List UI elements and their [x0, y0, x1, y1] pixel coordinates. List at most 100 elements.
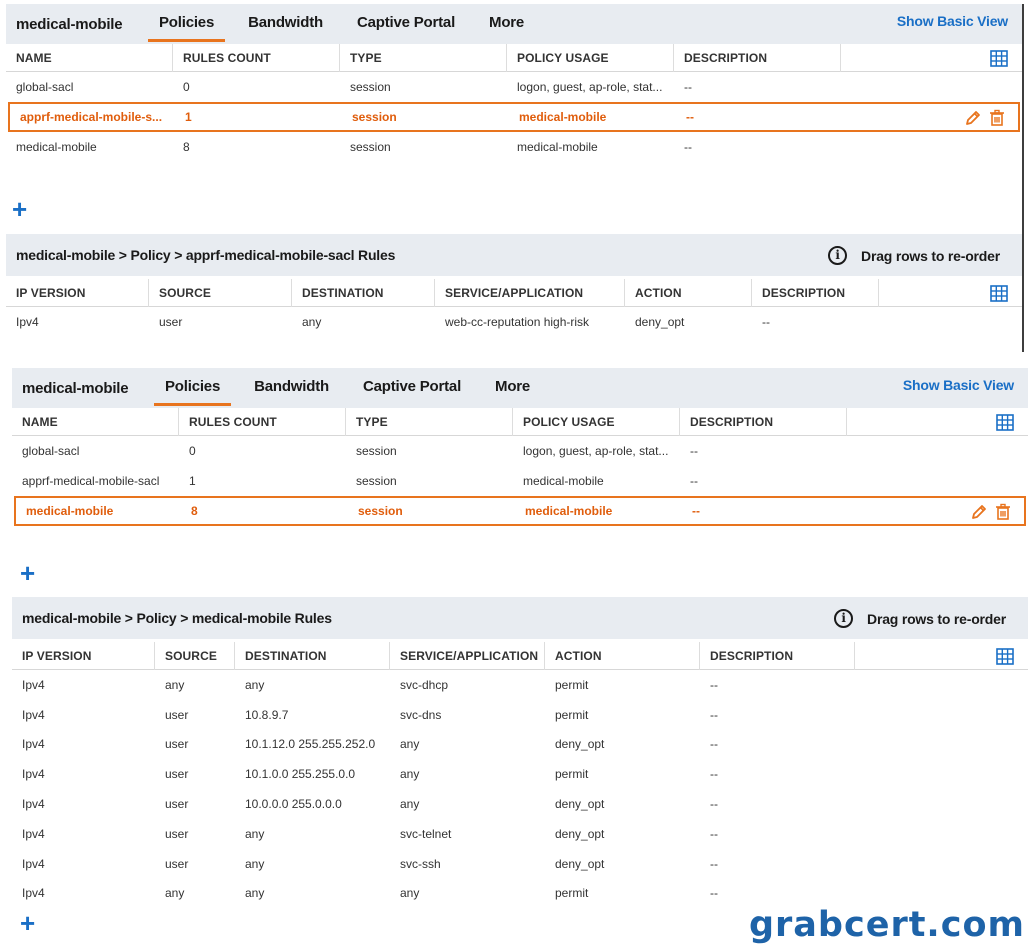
cell-destination: any: [302, 315, 322, 329]
cell-source: user: [165, 856, 189, 871]
top-rules-header: IP VERSION SOURCE DESTINATION SERVICE/AP…: [6, 278, 1022, 307]
watermark: grabcert.com: [748, 905, 1025, 945]
delete-trash-icon[interactable]: [988, 109, 1006, 127]
col-action[interactable]: ACTION: [545, 641, 700, 670]
col-ip-version[interactable]: IP VERSION: [6, 278, 149, 307]
table-row[interactable]: Ipv4 user any svc-ssh deny_opt --: [12, 849, 1028, 879]
table-row[interactable]: medical-mobile 8 session medical-mobile …: [6, 132, 1022, 162]
cell-rules-count: 8: [183, 140, 190, 154]
info-icon: i: [828, 246, 848, 265]
cell-rules-count: 1: [189, 474, 196, 488]
row-actions: [964, 109, 1006, 127]
table-row[interactable]: Ipv4 any any svc-dhcp permit --: [12, 670, 1028, 700]
cell-service: web-cc-reputation high-risk: [445, 315, 590, 329]
table-row[interactable]: Ipv4 any any any permit --: [12, 879, 1028, 909]
top-tabbar: medical-mobile Policies Bandwidth Captiv…: [6, 4, 1022, 44]
table-row[interactable]: Ipv4 user 10.0.0.0 255.0.0.0 any deny_opt --: [12, 789, 1028, 819]
column-grid-icon[interactable]: [990, 285, 1008, 302]
add-policy-button[interactable]: +: [12, 196, 27, 222]
top-show-basic-view-link[interactable]: Show Basic View: [897, 13, 1008, 29]
drag-hint-text: Drag rows to re-order: [861, 247, 1000, 264]
cell-description: --: [710, 707, 718, 722]
add-policy-button[interactable]: +: [20, 560, 35, 586]
cell-usage: medical-mobile: [517, 140, 598, 154]
bottom-panel: medical-mobile Policies Bandwidth Captiv…: [12, 368, 1028, 943]
col-description[interactable]: DESCRIPTION: [680, 407, 847, 436]
cell-action: permit: [555, 886, 589, 901]
bottom-tab-bandwidth[interactable]: Bandwidth: [243, 368, 340, 408]
col-source[interactable]: SOURCE: [149, 278, 292, 307]
cell-service: svc-dns: [400, 707, 442, 722]
col-policy-usage[interactable]: POLICY USAGE: [513, 407, 680, 436]
table-row[interactable]: Ipv4 user any svc-telnet deny_opt --: [12, 819, 1028, 849]
table-row[interactable]: Ipv4 user 10.1.0.0 255.255.0.0 any permit --: [12, 759, 1028, 789]
info-icon: i: [834, 609, 854, 628]
col-description[interactable]: DESCRIPTION: [674, 43, 841, 72]
edit-pencil-icon[interactable]: [964, 109, 982, 127]
cell-destination: any: [245, 856, 265, 871]
table-row[interactable]: Ipv4 user 10.1.12.0 255.255.252.0 any deny_o…: [12, 730, 1028, 760]
cell-service: any: [400, 797, 420, 812]
cell-description: --: [692, 504, 700, 518]
col-type[interactable]: TYPE: [340, 43, 507, 72]
cell-action: permit: [555, 767, 589, 782]
col-destination[interactable]: DESTINATION: [235, 641, 390, 670]
cell-destination: any: [245, 886, 265, 901]
bottom-tab-more[interactable]: More: [484, 368, 541, 408]
cell-action: deny_opt: [555, 797, 605, 812]
table-row-selected[interactable]: medical-mobile 8 session medical-mobile …: [14, 496, 1026, 526]
col-action[interactable]: ACTION: [625, 278, 752, 307]
drag-hint: i Drag rows to re-order: [834, 609, 1006, 628]
col-policy-usage[interactable]: POLICY USAGE: [507, 43, 674, 72]
cell-source: any: [165, 886, 185, 901]
bottom-rules-header: IP VERSION SOURCE DESTINATION SERVICE/AP…: [12, 641, 1028, 670]
cell-destination: any: [245, 826, 265, 841]
top-tab-more[interactable]: More: [478, 4, 535, 44]
table-row[interactable]: global-sacl 0 session logon, guest, ap-r…: [12, 436, 1028, 466]
top-policies-header: NAME RULES COUNT TYPE POLICY USAGE DESCR…: [6, 43, 1022, 72]
column-grid-icon[interactable]: [996, 414, 1014, 431]
col-service[interactable]: SERVICE/APPLICATION: [435, 278, 625, 307]
col-destination[interactable]: DESTINATION: [292, 278, 435, 307]
col-rules-count[interactable]: RULES COUNT: [179, 407, 346, 436]
add-rule-button[interactable]: +: [20, 910, 35, 936]
col-ip-version[interactable]: IP VERSION: [12, 641, 155, 670]
col-service[interactable]: SERVICE/APPLICATION: [390, 641, 545, 670]
cell-rules-count: 0: [189, 444, 196, 458]
cell-service: any: [400, 886, 420, 901]
cell-service: svc-telnet: [400, 826, 452, 841]
column-grid-icon[interactable]: [990, 50, 1008, 67]
col-source[interactable]: SOURCE: [155, 641, 235, 670]
col-type[interactable]: TYPE: [346, 407, 513, 436]
top-tab-bandwidth[interactable]: Bandwidth: [237, 4, 334, 44]
bottom-tab-policies[interactable]: Policies: [154, 368, 232, 408]
cell-name: apprf-medical-mobile-s...: [20, 110, 163, 124]
cell-usage: medical-mobile: [519, 110, 607, 124]
cell-description: --: [684, 140, 692, 154]
cell-usage: medical-mobile: [525, 504, 613, 518]
top-tab-captive-portal[interactable]: Captive Portal: [346, 4, 466, 44]
cell-ip-version: Ipv4: [22, 826, 45, 841]
cell-source: user: [165, 767, 189, 782]
bottom-show-basic-view-link[interactable]: Show Basic View: [903, 377, 1014, 393]
table-row[interactable]: apprf-medical-mobile-sacl 1 session medi…: [12, 466, 1028, 496]
table-row[interactable]: Ipv4 user 10.8.9.7 svc-dns permit --: [12, 700, 1028, 730]
edit-pencil-icon[interactable]: [970, 503, 988, 521]
bottom-tab-captive-portal[interactable]: Captive Portal: [352, 368, 472, 408]
col-rules-count[interactable]: RULES COUNT: [173, 43, 340, 72]
col-rule-description[interactable]: DESCRIPTION: [752, 278, 879, 307]
col-rule-description[interactable]: DESCRIPTION: [700, 641, 855, 670]
table-row[interactable]: global-sacl 0 session logon, guest, ap-r…: [6, 72, 1022, 102]
top-tab-policies[interactable]: Policies: [148, 4, 226, 44]
column-grid-icon[interactable]: [996, 648, 1014, 665]
col-name[interactable]: NAME: [12, 407, 179, 436]
cell-description: --: [710, 737, 718, 752]
cell-description: --: [686, 110, 694, 124]
cell-description: --: [710, 767, 718, 782]
table-row[interactable]: Ipv4 user any web-cc-reputation high-ris…: [6, 307, 1022, 337]
delete-trash-icon[interactable]: [994, 503, 1012, 521]
table-row-selected[interactable]: apprf-medical-mobile-s... 1 session medi…: [8, 102, 1020, 132]
cell-action: permit: [555, 707, 589, 722]
col-name[interactable]: NAME: [6, 43, 173, 72]
cell-service: any: [400, 737, 420, 752]
